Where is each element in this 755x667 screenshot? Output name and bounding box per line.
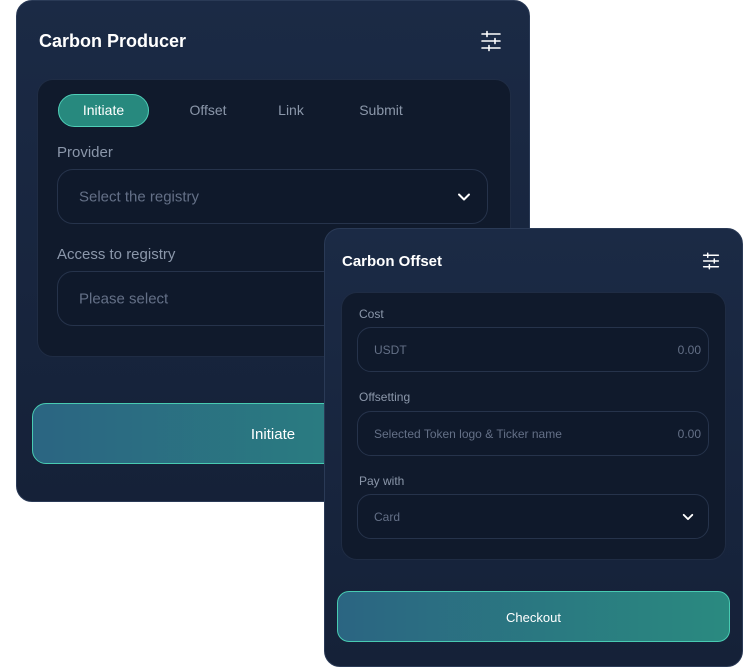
offset-title: Carbon Offset [342,253,443,270]
producer-title: Carbon Producer [39,31,187,51]
access-label: Access to registry [57,246,176,263]
tab-link[interactable]: Link [266,94,316,127]
chevron-down-icon [458,193,470,200]
tab-initiate[interactable]: Initiate [58,94,149,127]
tab-offset[interactable]: Offset [178,94,238,127]
offsetting-label: Offsetting [359,390,411,404]
provider-placeholder: Select the registry [79,188,200,205]
checkout-button[interactable]: Checkout [337,591,730,642]
pay-with-label: Pay with [359,474,405,488]
tab-submit[interactable]: Submit [348,94,414,127]
access-placeholder: Please select [79,290,169,307]
cost-label: Cost [359,307,384,321]
sliders-icon[interactable] [702,252,720,270]
chevron-down-icon [682,513,694,520]
pay-with-value: Card [374,509,401,524]
offsetting-amount: 0.00 [677,426,701,441]
pay-with-select[interactable]: Card [357,494,709,539]
offsetting-input[interactable]: Selected Token logo & Ticker name 0.00 [357,411,709,456]
sliders-icon[interactable] [480,30,502,52]
cost-input[interactable]: USDT 0.00 [357,327,709,372]
provider-label: Provider [57,144,113,161]
offsetting-token: Selected Token logo & Ticker name [374,426,562,441]
cost-currency: USDT [374,342,407,357]
cost-amount: 0.00 [677,342,701,357]
carbon-offset-card: Carbon Offset Cost USDT 0.00 Offsetting … [324,228,743,667]
provider-select[interactable]: Select the registry [57,169,488,224]
